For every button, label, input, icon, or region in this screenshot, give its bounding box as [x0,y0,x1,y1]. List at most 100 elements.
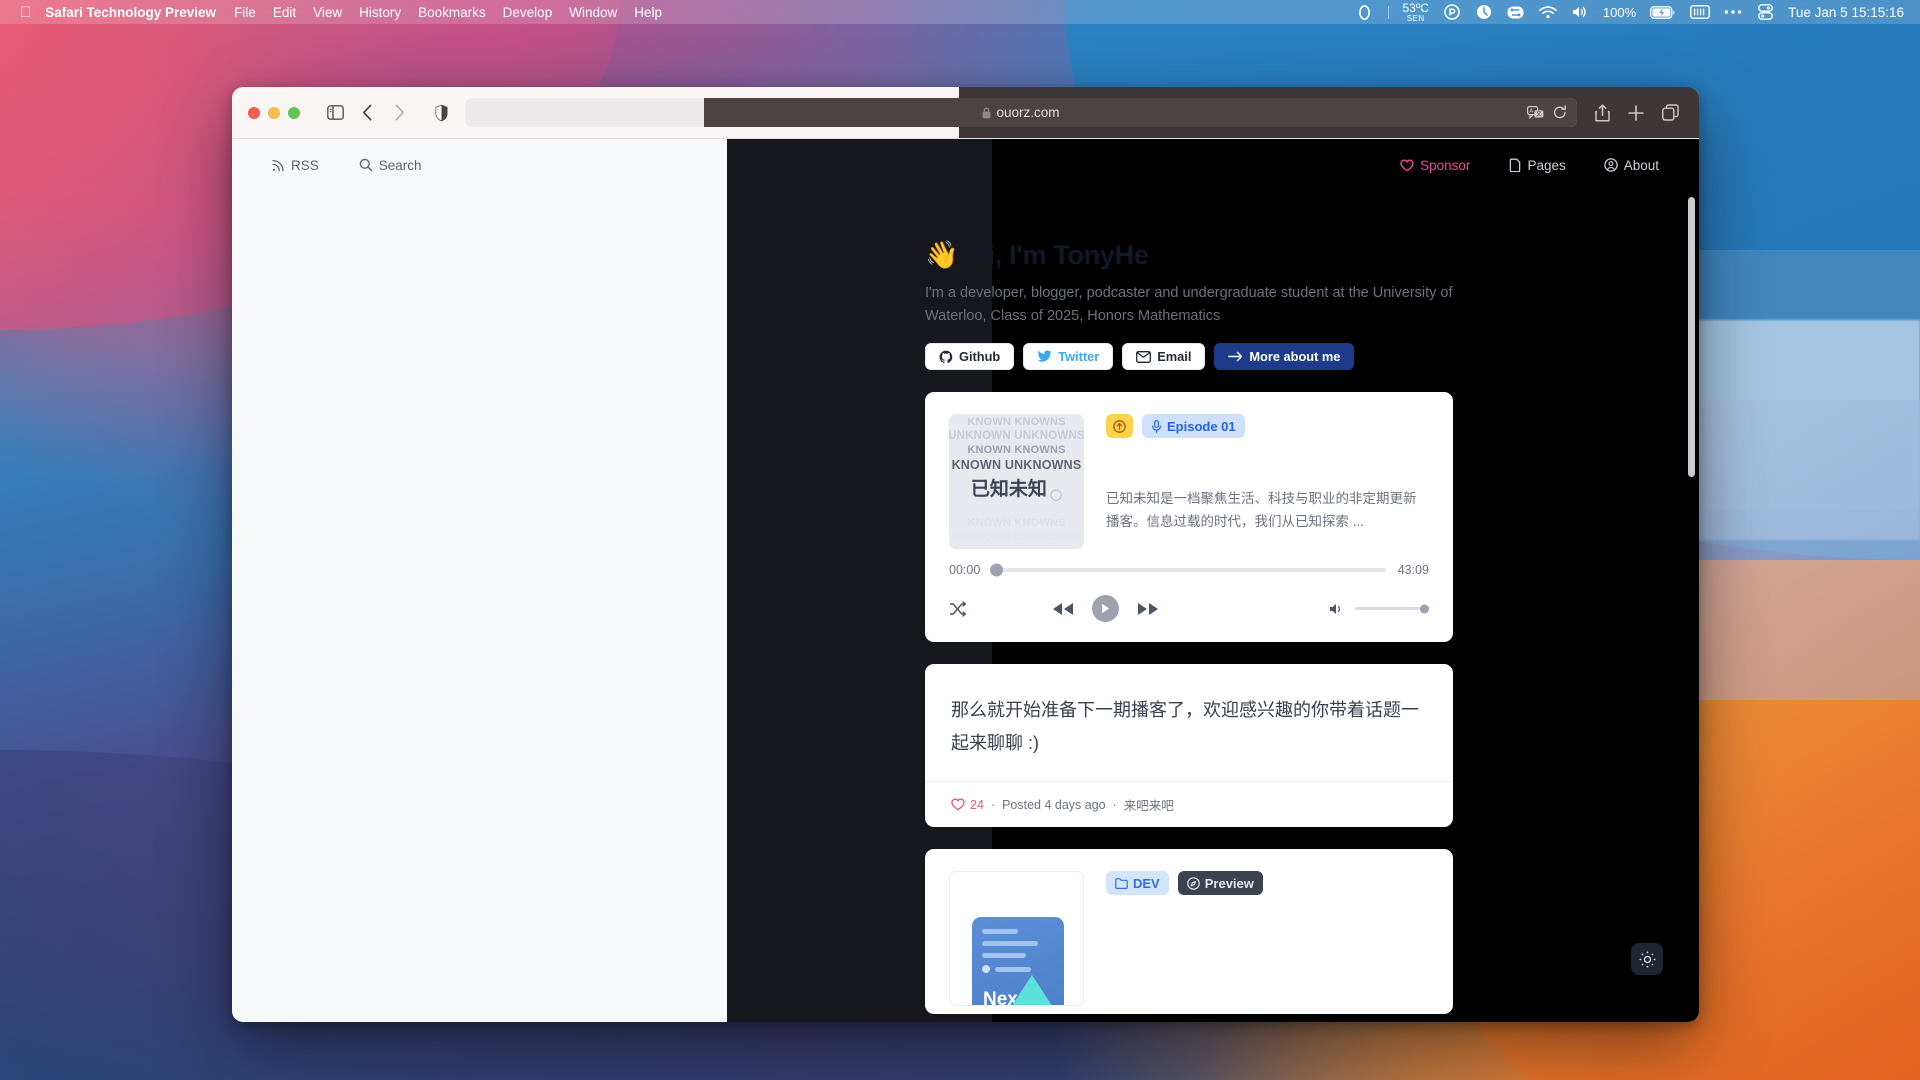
menu-app-name[interactable]: Safari Technology Preview [45,5,216,20]
nav-item-search[interactable]: Search [359,158,422,173]
hero-subtitle: I'm a developer, blogger, podcaster and … [925,282,1453,327]
nav-item-sponsor[interactable]: Sponsor [1400,158,1470,173]
quote-card[interactable]: 那么就开始准备下一期播客了，欢迎感兴趣的你带着话题一起来聊聊 :) 24 · P… [925,664,1453,827]
nav-label: Search [379,158,422,173]
nav-label: RSS [291,158,319,173]
address-bar-actions: 文A [1527,98,1567,127]
shuffle-button[interactable] [949,600,967,618]
menu-item-window[interactable]: Window [569,5,617,20]
progress-slider[interactable] [992,568,1385,572]
current-time: 00:00 [949,563,980,577]
cover-line-3: KNOWN KNOWNS [967,444,1065,456]
menu-item-develop[interactable]: Develop [503,5,553,20]
podcast-card[interactable]: KNOWN KNOWNS UNKNOWN UNKNOWNS KNOWN KNOW… [925,392,1453,642]
reload-icon[interactable] [1553,105,1567,120]
about-icon [1604,158,1618,172]
menu-bar-clock[interactable]: Tue Jan 5 15:15:16 [1788,5,1904,20]
dev-card-body: Nex DEV [925,849,1453,1014]
volume-control [1328,602,1429,616]
scrollbar-thumb[interactable] [1688,197,1695,477]
nav-label: Pages [1527,158,1565,173]
cover-line-4: KNOWN UNKNOWNS [952,458,1082,472]
wave-emoji-icon: 👋 [925,239,958,271]
twitter-button[interactable]: Twitter [1023,343,1113,370]
menu-item-history[interactable]: History [359,5,401,20]
temperature-indicator[interactable]: 53ºC SEN [1403,2,1429,23]
page-scrollbar[interactable] [1688,197,1695,1015]
site-nav-left: RSS Search [272,158,422,173]
pin-up-icon [1113,420,1126,433]
translate-icon[interactable]: 文A [1527,106,1544,119]
fast-forward-button[interactable] [1137,602,1159,616]
like-control[interactable]: 24 [951,798,984,812]
sidebar-toggle-icon[interactable] [322,100,348,126]
dev-title[interactable]: 基于 LeanCloud 的无后端评论库 Nexment，于任何 Web 应用或… [1106,906,1429,991]
progress-knob[interactable] [990,564,1003,577]
ellipsis-icon[interactable] [1724,3,1742,21]
podcast-card-main: Episode 01 解构的 2020 之留学杂谈 已知未知是一档聚焦生活、科技… [1106,414,1429,549]
more-about-me-button[interactable]: More about me [1214,343,1354,370]
podcast-description: 已知未知是一档聚焦生活、科技与职业的非定期更新播客。信息过载的时代，我们从已知探… [1106,488,1429,534]
zoom-button[interactable] [288,107,300,119]
volume-icon[interactable] [1328,602,1345,616]
macos-menu-bar:  Safari Technology Preview File Edit Vi… [0,0,1920,24]
keyboard-icon[interactable] [1690,3,1710,21]
github-button[interactable]: Github [925,343,1014,370]
nav-item-rss[interactable]: RSS [272,158,319,173]
apple-logo-icon[interactable]:  [20,5,31,20]
minimize-button[interactable] [268,107,280,119]
tab-overview-icon[interactable] [1662,104,1679,121]
address-bar[interactable]: ouorz.com 文A [465,98,1577,127]
nav-item-about[interactable]: About [1604,158,1659,173]
forward-button[interactable] [386,100,412,126]
rewind-button[interactable] [1052,602,1074,616]
cover-line-5: KNOWN KNOWNS [967,517,1065,529]
episode-badge[interactable]: Episode 01 [1142,414,1245,438]
pin-up-badge[interactable] [1106,414,1133,438]
main-content-column: 👋 Hi, I'm TonyHe I'm a developer, blogge… [925,239,1453,1014]
meta-separator: · [1113,798,1117,812]
back-button[interactable] [354,100,380,126]
close-button[interactable] [248,107,260,119]
dropbox-icon[interactable] [1507,3,1525,21]
like-count: 24 [970,798,984,812]
dev-card[interactable]: Nex DEV [925,849,1453,1014]
theme-toggle-button[interactable] [1631,943,1663,975]
pages-icon [1508,158,1521,172]
volume-slider[interactable] [1355,607,1429,610]
site-navigation: RSS Search Sponsor [232,139,1699,191]
wifi-icon[interactable] [1539,3,1557,21]
twitter-icon [1037,350,1052,363]
play-button[interactable] [1092,595,1119,622]
menu-bar-status-area: 53ºC SEN 100% Tue Jan 5 15: [1356,2,1909,23]
volume-knob[interactable] [1420,604,1429,613]
battery-charging-icon[interactable] [1650,3,1676,21]
vpn-shield-icon[interactable] [1356,3,1374,21]
podcast-title[interactable]: 解构的 2020 之留学杂谈 [1106,449,1429,477]
nexment-logo: Nex [972,917,1064,1006]
share-icon[interactable] [1595,104,1610,122]
plus-icon[interactable] [1628,105,1644,121]
email-button[interactable]: Email [1122,343,1205,370]
control-center-icon[interactable] [1756,3,1774,21]
battery-percent[interactable]: 100% [1603,5,1636,20]
volume-icon[interactable] [1571,3,1589,21]
menu-item-bookmarks[interactable]: Bookmarks [418,5,486,20]
preview-label: Preview [1205,876,1254,891]
menu-item-edit[interactable]: Edit [273,5,296,20]
nexment-triangle [1002,975,1062,1006]
parsec-icon[interactable] [1443,3,1461,21]
menu-item-help[interactable]: Help [634,5,662,20]
safari-window: ouorz.com 文A [232,87,1699,1022]
player-transport [1052,595,1159,622]
nav-item-pages[interactable]: Pages [1508,158,1565,173]
posted-time: Posted 4 days ago [1002,798,1106,812]
privacy-shield-icon[interactable] [434,104,449,122]
dev-category-badge[interactable]: DEV [1106,871,1169,895]
logo-line [982,953,1026,958]
menu-item-view[interactable]: View [313,5,342,20]
menu-item-file[interactable]: File [234,5,256,20]
dev-tag-row: DEV Preview [1106,871,1429,895]
preview-badge[interactable]: Preview [1178,871,1263,895]
timemachine-icon[interactable] [1475,3,1493,21]
